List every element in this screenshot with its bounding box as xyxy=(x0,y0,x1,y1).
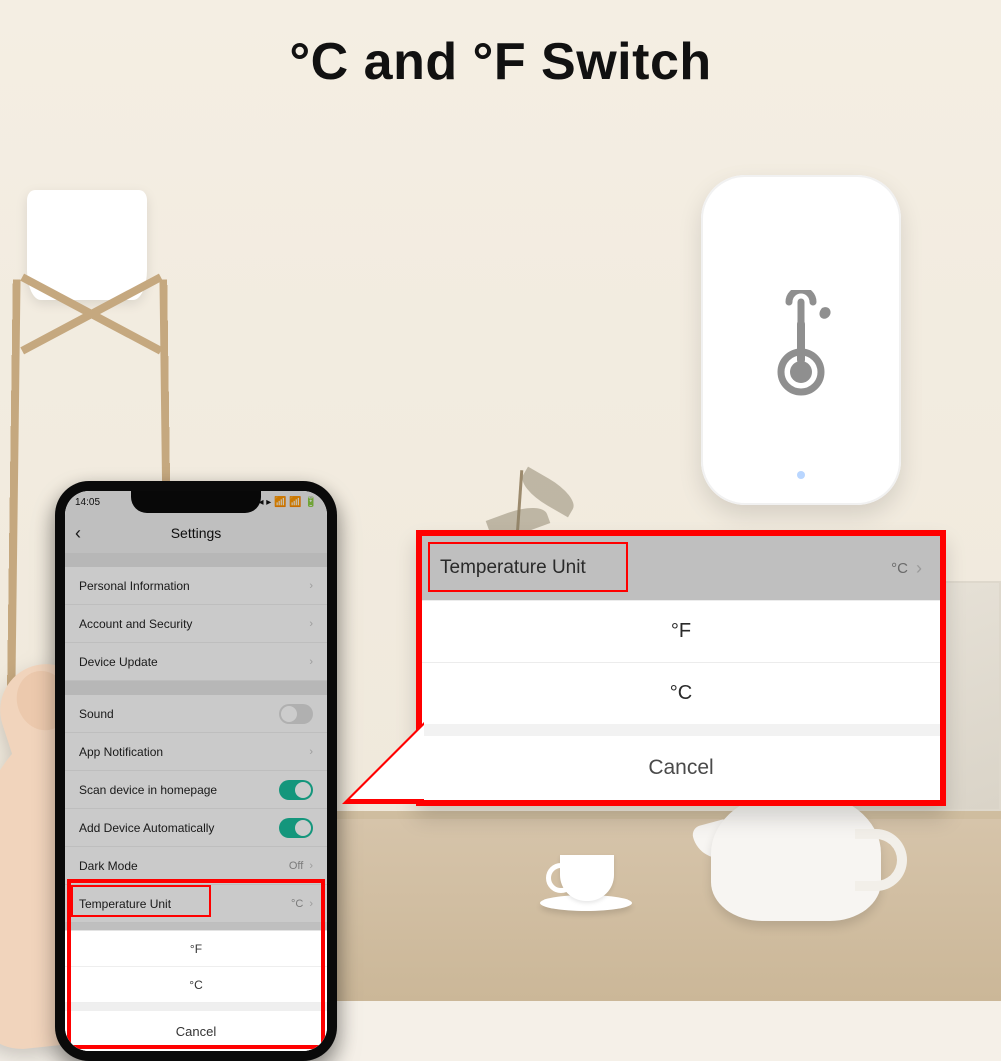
toggle-scan-device[interactable] xyxy=(279,780,313,800)
row-sound[interactable]: Sound xyxy=(65,695,327,733)
callout-option-fahrenheit[interactable]: °F xyxy=(422,600,940,662)
hand-holding-phone: 14:05 ◂ ▸ 📶 📶 🔋 ‹ Settings Personal Info… xyxy=(0,401,370,1041)
red-highlight-label-box xyxy=(71,885,211,917)
smartphone: 14:05 ◂ ▸ 📶 📶 🔋 ‹ Settings Personal Info… xyxy=(55,481,337,1061)
row-device-update[interactable]: Device Update› xyxy=(65,643,327,681)
back-icon[interactable]: ‹ xyxy=(75,523,81,544)
chevron-right-icon: › xyxy=(309,746,313,758)
callout-panel: Temperature Unit °C› °F °C Cancel xyxy=(416,530,946,806)
row-add-device-auto[interactable]: Add Device Automatically xyxy=(65,809,327,847)
temperature-sensor-device xyxy=(701,175,901,505)
callout-cancel-button[interactable]: Cancel xyxy=(422,736,940,800)
chevron-right-icon: › xyxy=(309,580,313,592)
status-time: 14:05 xyxy=(75,497,100,508)
callout-row-temperature-unit[interactable]: Temperature Unit °C› xyxy=(422,536,940,600)
toggle-sound[interactable] xyxy=(279,704,313,724)
chevron-right-icon: › xyxy=(309,656,313,668)
chevron-right-icon: › xyxy=(916,558,922,579)
row-account-security[interactable]: Account and Security› xyxy=(65,605,327,643)
chevron-right-icon: › xyxy=(309,860,313,872)
chevron-right-icon: › xyxy=(309,618,313,630)
phone-notch xyxy=(131,491,261,513)
toggle-add-device[interactable] xyxy=(279,818,313,838)
row-personal-information[interactable]: Personal Information› xyxy=(65,567,327,605)
thermometer-icon xyxy=(760,290,842,400)
phone-screen: 14:05 ◂ ▸ 📶 📶 🔋 ‹ Settings Personal Info… xyxy=(65,491,327,1051)
page-title: °C and °F Switch xyxy=(0,32,1001,92)
red-highlight-label-box xyxy=(428,542,628,592)
callout-tail xyxy=(342,722,424,804)
status-indicators: ◂ ▸ 📶 📶 🔋 xyxy=(258,497,317,508)
settings-header: ‹ Settings xyxy=(65,513,327,553)
settings-title: Settings xyxy=(171,525,222,541)
row-scan-device[interactable]: Scan device in homepage xyxy=(65,771,327,809)
row-app-notification[interactable]: App Notification› xyxy=(65,733,327,771)
kettle xyxy=(711,791,881,921)
callout-option-celsius[interactable]: °C xyxy=(422,662,940,724)
